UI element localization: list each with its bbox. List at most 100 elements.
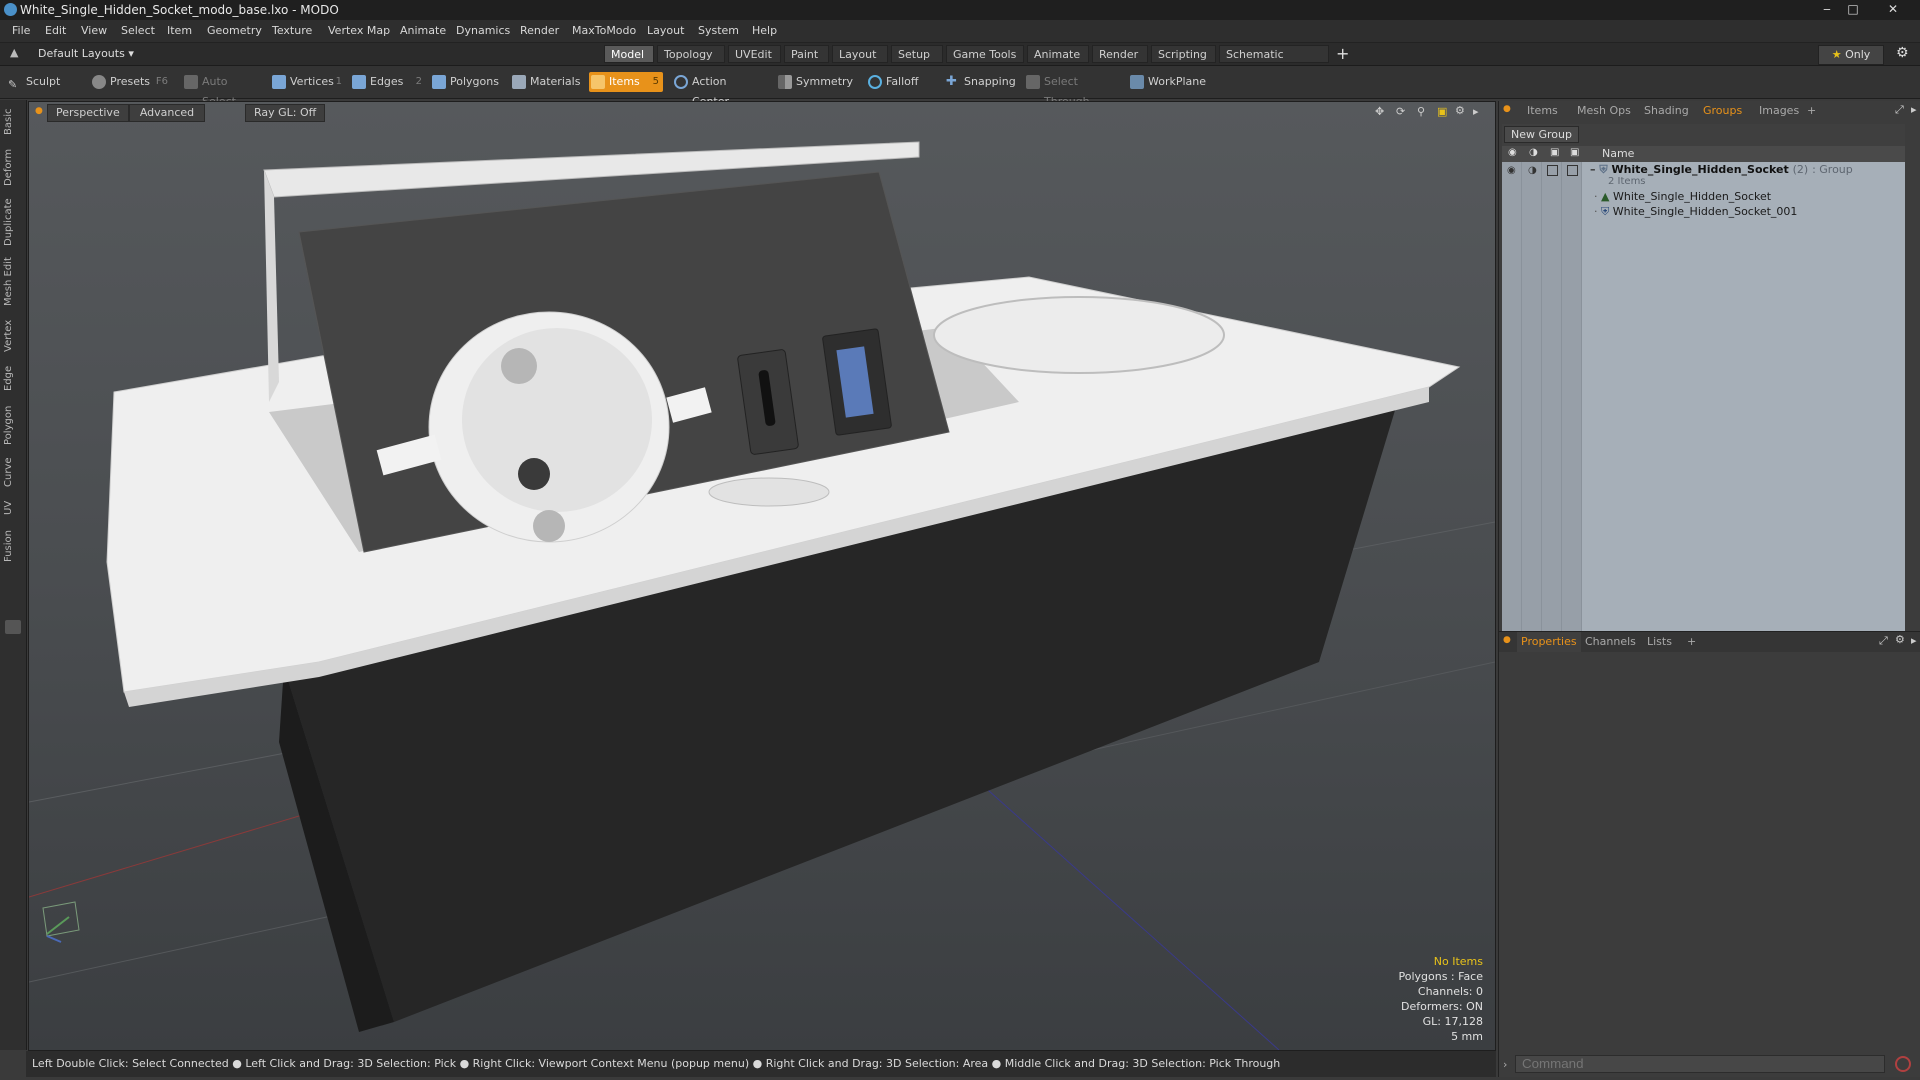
strip-toggle-button[interactable]	[5, 620, 21, 634]
select-col-icon[interactable]: ▣	[1570, 147, 1579, 158]
3d-viewport[interactable]: ● Perspective Advanced Ray GL: Off ✥ ⟳ ⚲…	[28, 101, 1496, 1051]
menu-vertex-map[interactable]: Vertex Map	[328, 24, 390, 37]
vtab-polygon[interactable]: Polygon	[3, 402, 21, 448]
visibility-col-eye-icon[interactable]: ◉	[1508, 147, 1517, 158]
action-center-button[interactable]: Action Center	[672, 72, 762, 108]
gear-icon[interactable]: ⚙	[1896, 45, 1909, 61]
command-stop-icon[interactable]	[1895, 1056, 1911, 1072]
falloff-button[interactable]: Falloff	[866, 72, 936, 92]
tab-channels[interactable]: Channels	[1585, 635, 1636, 648]
select-through-button[interactable]: Select Through	[1024, 72, 1118, 108]
add-properties-tab-button[interactable]: +	[1687, 635, 1696, 648]
items-button[interactable]: Items 5	[589, 72, 663, 92]
polygons-button[interactable]: Polygons	[430, 72, 502, 92]
properties-tab-bar: ● Properties Channels Lists + ⤢ ⚙ ▸	[1499, 631, 1920, 652]
tab-setup[interactable]: Setup	[891, 45, 943, 63]
expand-minus-icon[interactable]: –	[1590, 163, 1596, 176]
default-layouts-label: Default Layouts	[38, 47, 125, 60]
vtab-curve[interactable]: Curve	[3, 454, 21, 490]
vtab-uv[interactable]: UV	[3, 498, 21, 518]
menu-maxtomodo[interactable]: MaxToModo	[572, 24, 636, 37]
panel-expand-icon[interactable]: ⤢	[1895, 103, 1904, 117]
tab-images[interactable]: Images	[1759, 104, 1799, 117]
snapping-button[interactable]: ✚ Snapping	[944, 72, 1018, 92]
add-panel-tab-button[interactable]: +	[1807, 104, 1816, 117]
list-item[interactable]: · ⛨ White_Single_Hidden_Socket_001	[1594, 205, 1797, 219]
menu-animate[interactable]: Animate	[400, 24, 446, 37]
vtab-mesh-edit[interactable]: Mesh Edit	[3, 256, 21, 308]
vtab-duplicate[interactable]: Duplicate	[3, 196, 21, 248]
tab-paint[interactable]: Paint	[784, 45, 829, 63]
vertices-button[interactable]: Vertices 1	[270, 72, 346, 92]
menu-view[interactable]: View	[81, 24, 107, 37]
sculpt-button[interactable]: ✎ Sculpt	[6, 72, 86, 92]
tab-groups[interactable]: Groups	[1703, 104, 1742, 117]
tab-items[interactable]: Items	[1527, 104, 1558, 117]
default-layouts-dropdown[interactable]: Default Layouts ▾	[38, 47, 134, 60]
properties-menu-icon[interactable]: ●	[1503, 635, 1511, 645]
menu-system[interactable]: System	[698, 24, 739, 37]
vtab-fusion[interactable]: Fusion	[3, 526, 21, 566]
menu-texture[interactable]: Texture	[272, 24, 312, 37]
tab-scripting[interactable]: Scripting	[1151, 45, 1216, 63]
panel-menu-icon[interactable]: ●	[1503, 104, 1511, 114]
properties-arrow-icon[interactable]: ▸	[1911, 634, 1917, 647]
vtab-vertex[interactable]: Vertex	[3, 316, 21, 356]
vtab-basic[interactable]: Basic	[3, 106, 21, 138]
name-column-header[interactable]: Name	[1602, 147, 1634, 160]
group-select-checkbox[interactable]	[1567, 165, 1578, 176]
maximize-button[interactable]: □	[1840, 1, 1866, 17]
tab-animate[interactable]: Animate	[1027, 45, 1089, 63]
minimize-button[interactable]: ‒	[1814, 1, 1840, 17]
materials-button[interactable]: Materials	[510, 72, 586, 92]
menu-edit[interactable]: Edit	[45, 24, 66, 37]
layout-collapse-icon[interactable]: ▲	[10, 46, 18, 59]
title-bar: White_Single_Hidden_Socket_modo_base.lxo…	[0, 0, 1920, 20]
tab-mesh-ops[interactable]: Mesh Ops	[1577, 104, 1631, 117]
menu-render[interactable]: Render	[520, 24, 559, 37]
panel-arrow-icon[interactable]: ▸	[1911, 103, 1917, 116]
tab-uvedit[interactable]: UVEdit	[728, 45, 781, 63]
close-button[interactable]: ✕	[1880, 1, 1906, 17]
list-item[interactable]: · ▲ White_Single_Hidden_Socket	[1594, 190, 1771, 203]
tab-lists[interactable]: Lists	[1647, 635, 1672, 648]
select-column	[1562, 162, 1582, 637]
tab-shading[interactable]: Shading	[1644, 104, 1689, 117]
tab-schematic-fusion[interactable]: Schematic Fusion	[1219, 45, 1329, 79]
tab-topology[interactable]: Topology	[657, 45, 725, 63]
tab-game-tools[interactable]: Game Tools	[946, 45, 1024, 63]
menu-select[interactable]: Select	[121, 24, 155, 37]
presets-button[interactable]: Presets F6	[90, 72, 172, 92]
menu-file[interactable]: File	[12, 24, 30, 37]
tab-layout[interactable]: Layout	[832, 45, 888, 63]
select-through-icon	[1026, 75, 1040, 89]
vtab-edge[interactable]: Edge	[3, 362, 21, 394]
new-group-button[interactable]: New Group	[1504, 126, 1579, 143]
menu-help[interactable]: Help	[752, 24, 777, 37]
add-layout-tab-button[interactable]: +	[1336, 44, 1349, 63]
menu-geometry[interactable]: Geometry	[207, 24, 262, 37]
child-item-name: White_Single_Hidden_Socket	[1612, 190, 1772, 203]
group-visibility-eye-icon[interactable]: ◉	[1507, 165, 1516, 176]
properties-expand-icon[interactable]: ⤢	[1879, 634, 1888, 648]
tab-render[interactable]: Render	[1092, 45, 1148, 63]
symmetry-button[interactable]: Symmetry	[776, 72, 853, 92]
edges-button[interactable]: Edges 2	[350, 72, 426, 92]
group-render-icon[interactable]: ◑	[1528, 165, 1537, 176]
tab-model[interactable]: Model	[604, 45, 654, 63]
vtab-deform[interactable]: Deform	[3, 146, 21, 188]
auto-select-button[interactable]: Auto Select	[182, 72, 264, 108]
group-lock-checkbox[interactable]	[1547, 165, 1558, 176]
command-input[interactable]	[1515, 1055, 1885, 1073]
menu-layout[interactable]: Layout	[647, 24, 684, 37]
workplane-button[interactable]: WorkPlane	[1128, 72, 1208, 92]
items-icon	[591, 75, 605, 89]
lock-col-icon[interactable]: ▣	[1550, 147, 1559, 158]
render-col-icon[interactable]: ◑	[1529, 147, 1538, 158]
only-toggle[interactable]: ★ Only	[1818, 45, 1884, 65]
menu-item[interactable]: Item	[167, 24, 192, 37]
group-row[interactable]: – ⛨ White_Single_Hidden_Socket (2) : Gro…	[1590, 163, 1853, 177]
menu-dynamics[interactable]: Dynamics	[456, 24, 510, 37]
tab-properties[interactable]: Properties	[1517, 632, 1581, 652]
properties-gear-icon[interactable]: ⚙	[1895, 633, 1905, 646]
